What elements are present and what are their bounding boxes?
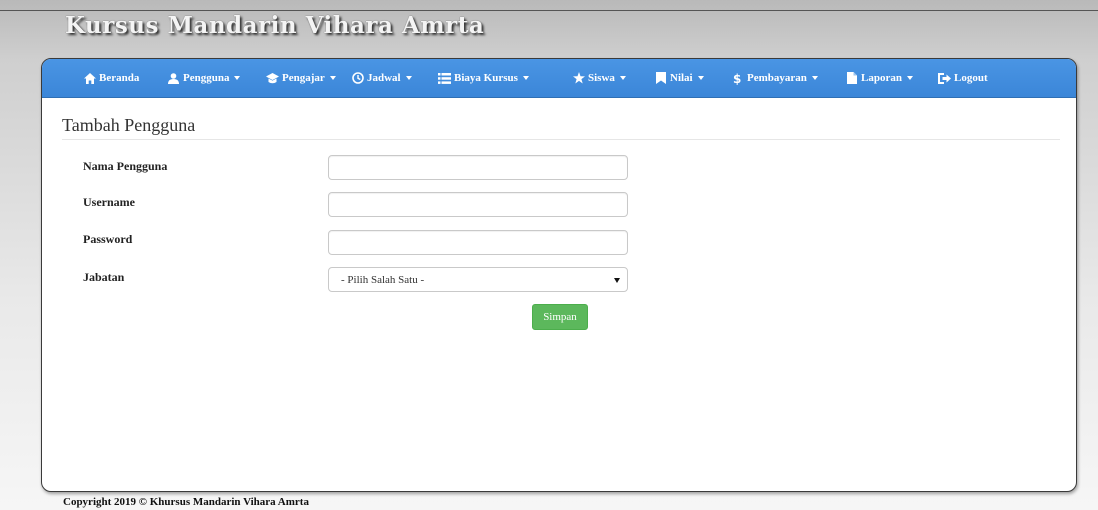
- jabatan-label: Jabatan: [83, 270, 125, 284]
- simpan-button[interactable]: Simpan: [532, 304, 588, 330]
- education-icon: [266, 72, 279, 85]
- chevron-down-icon: [329, 76, 336, 80]
- nav-laporan[interactable]: Laporan: [845, 70, 913, 86]
- site-title: Kursus Mandarin Vihara Amrta: [65, 12, 485, 39]
- chevron-down-icon: [906, 76, 913, 80]
- password-input[interactable]: [328, 230, 628, 255]
- chevron-down-icon: [405, 76, 412, 80]
- bookmark-icon: [654, 72, 667, 85]
- list-icon: [438, 72, 451, 85]
- heading-divider: [62, 139, 1060, 140]
- main-panel: Beranda Pengguna Pengajar Jadwal Biaya K…: [41, 58, 1077, 492]
- username-label: Username: [83, 195, 135, 209]
- nav-jadwal-label: Jadwal: [367, 72, 401, 84]
- chevron-down-icon: [811, 76, 818, 80]
- nav-beranda[interactable]: Beranda: [83, 70, 139, 86]
- nama-pengguna-input[interactable]: [328, 155, 628, 180]
- chevron-down-icon: [614, 278, 620, 283]
- dollar-icon: $: [731, 72, 744, 85]
- star-icon: [572, 72, 585, 85]
- svg-text:$: $: [733, 72, 741, 85]
- user-icon: [167, 72, 180, 85]
- chevron-down-icon: [697, 76, 704, 80]
- nav-siswa-label: Siswa: [588, 72, 615, 84]
- nav-pembayaran-label: Pembayaran: [747, 72, 807, 84]
- nav-biaya-kursus-label: Biaya Kursus: [454, 72, 518, 84]
- username-input[interactable]: [328, 192, 628, 217]
- nav-siswa[interactable]: Siswa: [572, 70, 626, 86]
- page-title: Tambah Pengguna: [62, 115, 196, 135]
- nav-pengajar-label: Pengajar: [282, 72, 325, 84]
- jabatan-select[interactable]: - Pilih Salah Satu -: [328, 267, 628, 292]
- nav-pengguna[interactable]: Pengguna: [167, 70, 241, 86]
- nav-laporan-label: Laporan: [861, 72, 902, 84]
- footer-copyright: Copyright 2019 © Khursus Mandarin Vihara…: [63, 496, 309, 508]
- file-icon: [845, 72, 858, 85]
- nav-pengajar[interactable]: Pengajar: [266, 70, 336, 86]
- nav-logout[interactable]: Logout: [938, 70, 988, 86]
- nav-pembayaran[interactable]: $ Pembayaran: [731, 70, 818, 86]
- nav-pengguna-label: Pengguna: [183, 72, 230, 84]
- chevron-down-icon: [522, 76, 529, 80]
- nav-jadwal[interactable]: Jadwal: [351, 70, 412, 86]
- nav-beranda-label: Beranda: [99, 72, 140, 84]
- chevron-down-icon: [234, 76, 241, 80]
- logout-icon: [938, 72, 951, 85]
- nav-nilai[interactable]: Nilai: [654, 70, 704, 86]
- nama-pengguna-label: Nama Pengguna: [83, 159, 168, 173]
- navbar: Beranda Pengguna Pengajar Jadwal Biaya K…: [42, 59, 1076, 98]
- home-icon: [83, 72, 96, 85]
- password-label: Password: [83, 232, 133, 246]
- nav-biaya-kursus[interactable]: Biaya Kursus: [438, 70, 529, 86]
- clock-icon: [351, 72, 364, 85]
- nav-logout-label: Logout: [954, 72, 988, 84]
- nav-nilai-label: Nilai: [670, 72, 693, 84]
- chevron-down-icon: [619, 76, 626, 80]
- jabatan-selected-value: - Pilih Salah Satu -: [341, 274, 425, 286]
- top-rule: [0, 10, 1098, 11]
